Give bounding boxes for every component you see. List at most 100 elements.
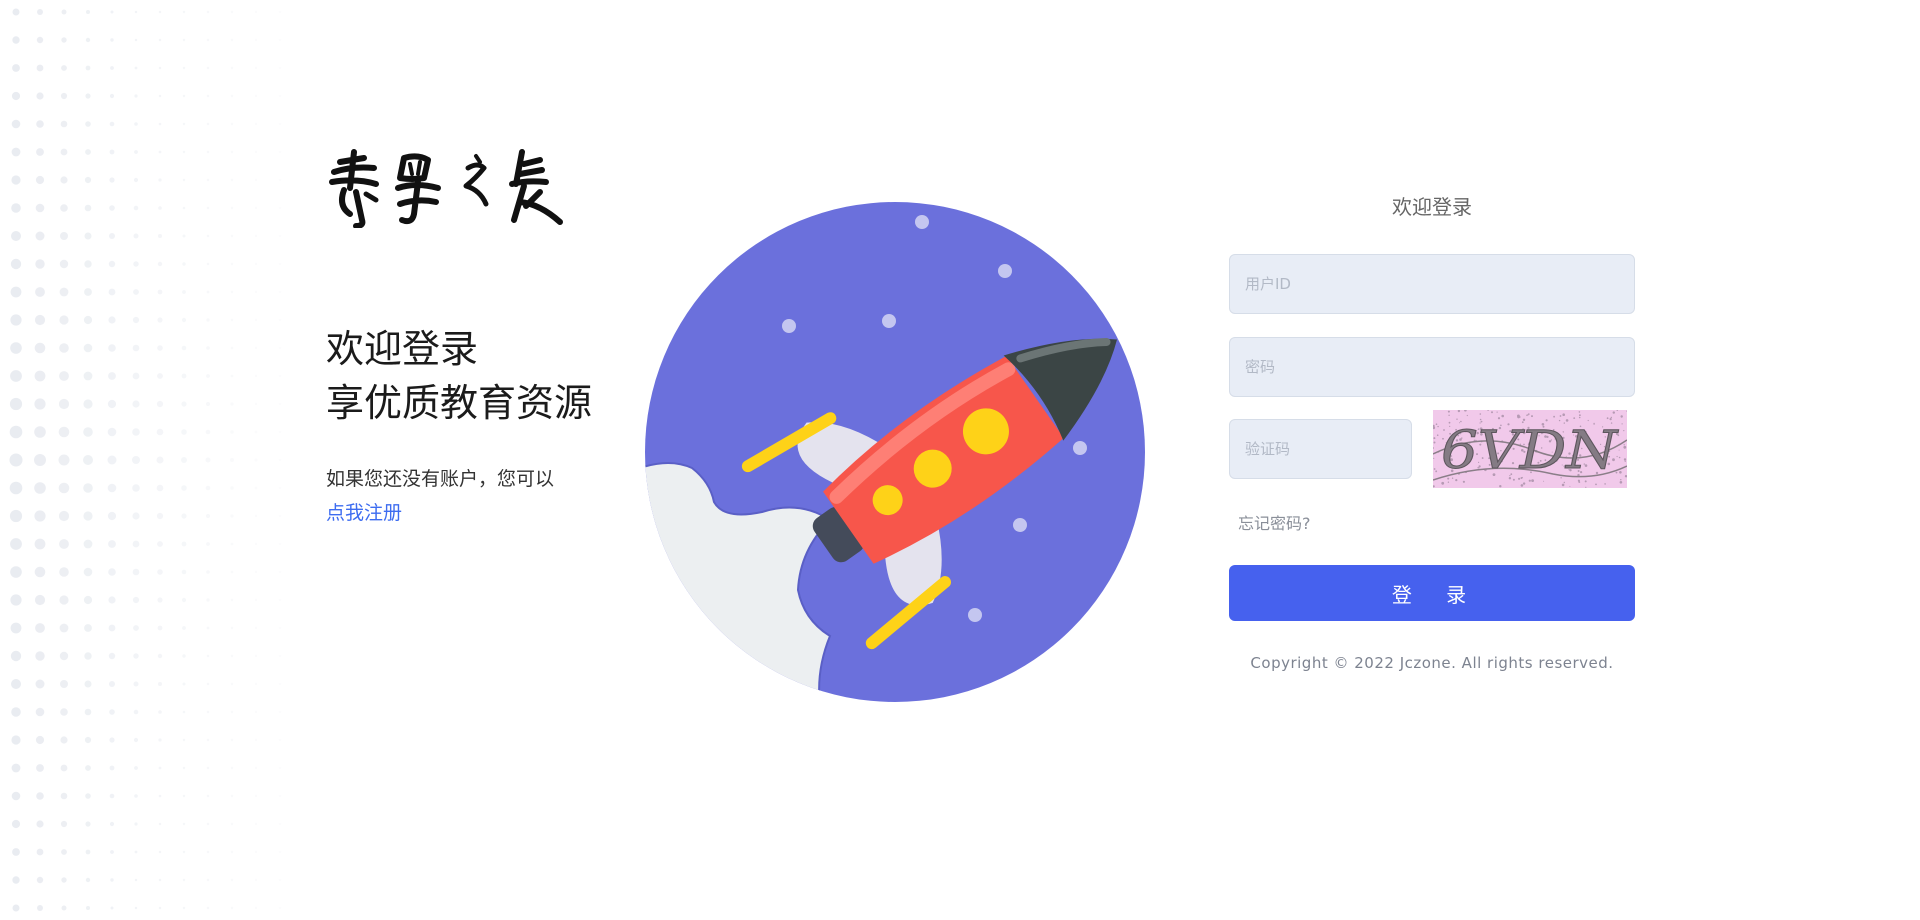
decoration-dot <box>181 401 187 407</box>
decoration-dot <box>109 177 115 183</box>
decoration-dot <box>132 596 140 604</box>
captcha-noise-dot <box>1619 471 1622 474</box>
decoration-dot <box>278 906 282 910</box>
decoration-dot <box>157 345 163 351</box>
decoration-dot <box>206 10 210 14</box>
captcha-noise-dot <box>1620 415 1623 418</box>
decoration-dot <box>10 342 22 354</box>
captcha-input[interactable] <box>1229 419 1412 479</box>
decoration-dot <box>278 710 282 714</box>
rocket-illustration <box>645 202 1145 702</box>
decoration-dot <box>254 262 258 266</box>
decoration-dot <box>206 206 210 210</box>
decoration-dot <box>156 400 164 408</box>
decoration-dot <box>278 402 282 406</box>
decoration-dot <box>230 626 234 630</box>
decoration-dot <box>158 66 162 70</box>
decoration-dot <box>230 682 234 686</box>
decoration-dot <box>109 149 115 155</box>
decoration-dot <box>182 10 186 14</box>
decoration-dot <box>61 37 67 43</box>
decoration-dot <box>134 906 138 910</box>
decoration-dot <box>158 38 162 42</box>
decoration-dot <box>206 598 210 602</box>
decoration-dot <box>60 120 68 128</box>
captcha-noise-dot <box>1619 481 1623 484</box>
hero-heading: 欢迎登录 享优质教育资源 <box>326 322 592 430</box>
decoration-dot <box>278 374 282 378</box>
decoration-dot <box>83 427 93 437</box>
decoration-dot <box>60 764 68 772</box>
decoration-dot <box>278 486 282 490</box>
register-link[interactable]: 点我注册 <box>326 496 606 530</box>
decoration-dot <box>254 878 258 882</box>
decoration-dot <box>108 316 116 324</box>
decoration-dot <box>9 397 23 411</box>
decoration-dot <box>182 654 186 658</box>
decoration-dot <box>132 316 140 324</box>
login-button[interactable]: 登 录 <box>1229 565 1635 621</box>
decoration-dot <box>157 317 163 323</box>
decoration-dot <box>110 66 114 70</box>
register-prompt-text: 如果您还没有账户，您可以 <box>326 468 555 490</box>
decoration-dot <box>182 626 186 630</box>
decoration-dot <box>278 94 282 98</box>
decoration-dot <box>181 597 187 603</box>
decoration-dot <box>10 566 22 578</box>
decoration-dot <box>206 262 210 266</box>
decoration-dot <box>158 178 162 182</box>
calligraphy-logo <box>329 149 563 228</box>
decoration-dot <box>278 122 282 126</box>
captcha-noise-dot <box>1462 480 1465 483</box>
decoration-dot <box>85 121 91 127</box>
decoration-dot <box>278 738 282 742</box>
decoration-dot <box>206 822 210 826</box>
decoration-dot <box>278 598 282 602</box>
decoration-dot <box>181 457 187 463</box>
decoration-dot <box>278 654 282 658</box>
decoration-dot <box>206 682 210 686</box>
password-input[interactable] <box>1229 337 1635 397</box>
decoration-dot <box>156 512 164 520</box>
decoration-dot <box>278 290 282 294</box>
decoration-dot <box>85 765 91 771</box>
decoration-dot <box>36 64 44 72</box>
decoration-dot <box>230 150 234 154</box>
decoration-dot <box>58 482 70 494</box>
decoration-dot <box>132 372 140 380</box>
decoration-dot <box>278 178 282 182</box>
hero-title-line2: 享优质教育资源 <box>326 381 593 425</box>
captcha-noise-dot <box>1448 414 1450 416</box>
forgot-password-link[interactable]: 忘记密码? <box>1238 510 1311 534</box>
decoration-dot <box>37 905 43 911</box>
decoration-dot <box>278 38 282 42</box>
captcha-noise-dot <box>1479 413 1482 415</box>
decoration-dot <box>34 314 46 326</box>
captcha-noise-dot <box>1612 411 1615 414</box>
decoration-dot <box>36 120 44 128</box>
decoration-dot <box>11 91 21 101</box>
decoration-dot <box>59 371 69 381</box>
decoration-dot <box>254 234 258 238</box>
captcha-noise-dot <box>1520 484 1524 487</box>
decoration-dot <box>181 485 187 491</box>
captcha-noise-dot <box>1433 457 1435 459</box>
decoration-dot <box>206 878 210 882</box>
decoration-dot <box>206 654 210 658</box>
captcha-image[interactable]: 6VDN <box>1433 410 1627 488</box>
decoration-dot <box>11 735 21 745</box>
decoration-dot <box>134 766 138 770</box>
captcha-noise-dot <box>1579 414 1581 417</box>
decoration-dot <box>278 542 282 546</box>
decoration-dot <box>110 878 114 882</box>
decoration-dot <box>134 122 138 126</box>
decoration-dot <box>230 206 234 210</box>
decoration-dot <box>278 850 282 854</box>
decoration-dot <box>254 850 258 854</box>
decoration-dot <box>134 850 138 854</box>
captcha-noise-dot <box>1447 410 1450 413</box>
user-id-input[interactable] <box>1229 254 1635 314</box>
captcha-noise-dot <box>1437 425 1439 428</box>
decoration-dot <box>278 234 282 238</box>
decoration-dot <box>35 287 45 297</box>
